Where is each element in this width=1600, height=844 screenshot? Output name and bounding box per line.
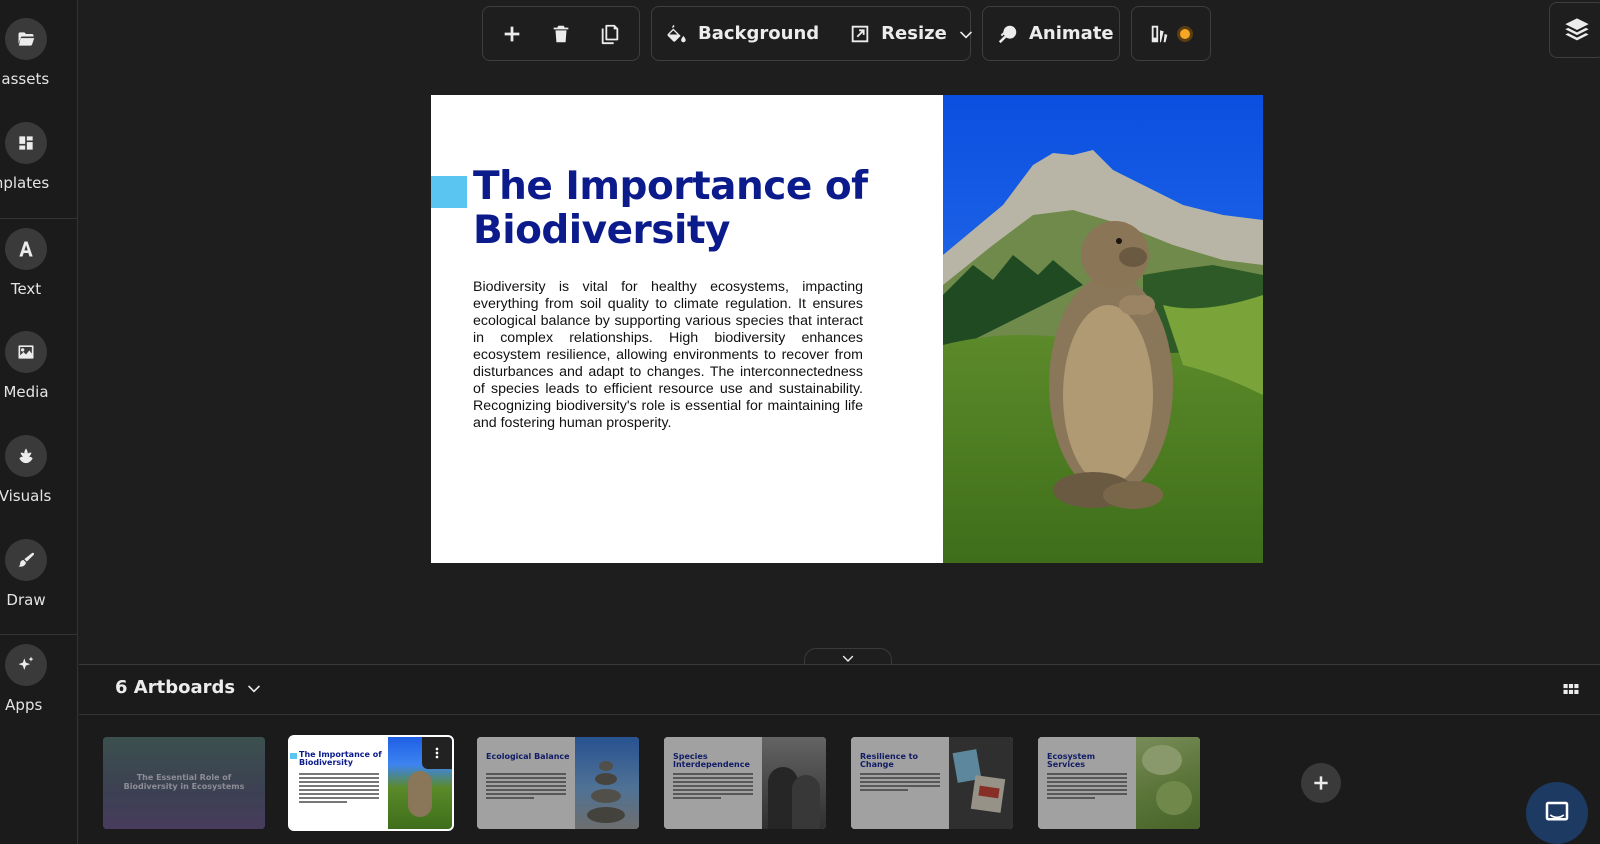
artboard-panel-header: 6 Artboards bbox=[79, 665, 1600, 715]
sidebar-item-label: AI Apps bbox=[0, 696, 43, 714]
text-icon bbox=[5, 228, 47, 270]
artboard-thumbnail-2[interactable]: The Importance of Biodiversity bbox=[288, 735, 454, 831]
editor-app: My assets Templates Text Media Visuals bbox=[0, 0, 1600, 844]
chat-icon bbox=[1545, 801, 1569, 821]
grid-view-button[interactable] bbox=[1561, 679, 1583, 701]
slide-photo-marmot[interactable] bbox=[943, 95, 1263, 563]
brand-kit-icon bbox=[1151, 25, 1168, 42]
add-icon[interactable] bbox=[488, 10, 536, 58]
sidebar-item-label: Draw bbox=[6, 591, 46, 609]
sidebar-item-label: My assets bbox=[0, 70, 50, 88]
sidebar-item-visuals[interactable]: Visuals bbox=[0, 417, 78, 517]
layers-icon bbox=[1565, 18, 1589, 41]
sidebar-item-label: Visuals bbox=[0, 487, 52, 505]
sidebar-item-my-assets[interactable]: My assets bbox=[0, 0, 78, 100]
duplicate-icon[interactable] bbox=[586, 10, 634, 58]
sidebar-item-templates[interactable]: Templates bbox=[0, 104, 78, 204]
chat-support-button[interactable] bbox=[1526, 782, 1588, 844]
slide-title[interactable]: The Importance of Biodiversity bbox=[473, 165, 933, 253]
background-button[interactable]: Background bbox=[652, 10, 833, 58]
artboard-thumbnail-3[interactable]: Ecological Balance bbox=[477, 737, 639, 829]
artboard-thumbnail-6[interactable]: Ecosystem Services bbox=[1038, 737, 1200, 829]
left-sidebar: My assets Templates Text Media Visuals bbox=[0, 0, 78, 844]
animate-button[interactable]: Animate bbox=[983, 10, 1128, 58]
thumbnail-menu-button[interactable] bbox=[422, 737, 452, 769]
thumbnail-body-lines bbox=[299, 773, 379, 805]
artboard-thumbnail-5[interactable]: Resilience to Change bbox=[851, 737, 1013, 829]
artboards-count-label: 6 Artboards bbox=[115, 677, 236, 698]
thumbnail-dim-overlay bbox=[664, 737, 826, 829]
thumbnail-accent bbox=[290, 753, 297, 759]
slide-body-text[interactable]: Biodiversity is vital for healthy ecosys… bbox=[473, 279, 863, 432]
slide-canvas[interactable]: The Importance of Biodiversity Biodivers… bbox=[431, 95, 1263, 563]
canvas-toolbar: Background Resize bbox=[651, 6, 972, 61]
thumbnail-dim-overlay bbox=[477, 737, 639, 829]
sidebar-item-label: Text bbox=[10, 280, 42, 298]
visuals-icon bbox=[5, 435, 47, 477]
thumbnail-dim-overlay bbox=[851, 737, 1013, 829]
resize-label: Resize bbox=[881, 23, 947, 44]
more-vertical-icon bbox=[435, 747, 439, 759]
thumbnail-title: The Importance of Biodiversity bbox=[299, 750, 382, 767]
artboards-dropdown[interactable]: 6 Artboards bbox=[115, 677, 263, 698]
paint-bucket-icon bbox=[667, 24, 686, 42]
animate-icon bbox=[998, 25, 1017, 43]
edit-toolbar bbox=[482, 6, 640, 61]
plus-icon bbox=[1314, 776, 1328, 790]
title-accent-block[interactable] bbox=[431, 176, 467, 208]
sidebar-item-label: Media bbox=[3, 383, 49, 401]
folder-icon bbox=[5, 18, 47, 60]
status-dot bbox=[1177, 25, 1193, 42]
trash-icon[interactable] bbox=[537, 10, 585, 58]
grid-icon bbox=[1563, 684, 1579, 694]
chevron-down-icon bbox=[248, 684, 261, 692]
templates-icon bbox=[5, 122, 47, 164]
chevron-down-icon bbox=[959, 30, 972, 38]
sparkle-icon bbox=[5, 644, 47, 686]
thumbnail-text-area: The Importance of Biodiversity bbox=[290, 737, 388, 829]
sidebar-item-ai-apps[interactable]: AI Apps bbox=[0, 626, 78, 726]
animate-label: Animate bbox=[1029, 23, 1114, 44]
artboard-thumbnail-4[interactable]: Species Interdependence bbox=[664, 737, 826, 829]
brush-icon bbox=[5, 539, 47, 581]
sidebar-item-label: Templates bbox=[0, 174, 50, 192]
brand-kit-button[interactable] bbox=[1131, 6, 1211, 61]
thumbnail-dim-overlay bbox=[103, 737, 265, 829]
layers-button[interactable] bbox=[1549, 2, 1600, 58]
resize-icon bbox=[851, 25, 869, 42]
sidebar-item-draw[interactable]: Draw bbox=[0, 521, 78, 621]
thumbnail-dim-overlay bbox=[1038, 737, 1200, 829]
sidebar-item-media[interactable]: Media bbox=[0, 313, 78, 413]
image-icon bbox=[5, 331, 47, 373]
resize-button[interactable]: Resize bbox=[833, 10, 989, 58]
artboard-panel: 6 Artboards The Essential Role of Biodiv… bbox=[79, 664, 1600, 844]
artboard-thumbnail-1[interactable]: The Essential Role of Biodiversity in Ec… bbox=[103, 737, 265, 829]
animate-toolbar: Animate bbox=[982, 6, 1120, 61]
sidebar-item-text[interactable]: Text bbox=[0, 210, 78, 310]
add-artboard-button[interactable] bbox=[1301, 763, 1341, 803]
background-label: Background bbox=[698, 23, 820, 44]
